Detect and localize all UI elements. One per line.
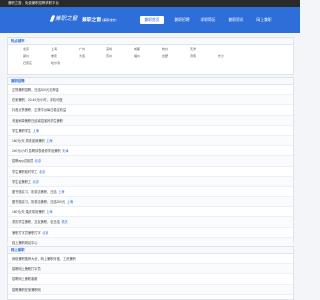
city-link[interactable]: 天津 <box>190 46 196 53</box>
list-item[interactable]: 学生证兼职工 北京 <box>8 176 293 187</box>
list-item[interactable]: 图书馆实习，奶茶店兼职，日结200元 上海 <box>8 197 293 208</box>
online-job-title: 招聘网上兼职打字员 <box>12 267 41 272</box>
nav-item-news[interactable]: 兼职资讯 <box>226 16 246 24</box>
list-item[interactable]: 学生兼职学生 上海 <box>8 126 293 136</box>
city-link[interactable]: 哈尔滨 <box>51 60 60 67</box>
job-city: 天津 <box>62 149 69 154</box>
job-city: 北京 <box>32 179 39 184</box>
job-title: 淘宝刷单兼职日结诚招宝妈学生兼职 <box>12 118 63 123</box>
job-title: 学生兼职临时学工 <box>12 169 38 174</box>
job-title: 180元/天 周末促销兼职 <box>12 138 45 143</box>
city-link[interactable]: 郑州 <box>23 53 29 60</box>
list-item[interactable]: 180元/天 婚庆现场兼职 上海 <box>8 207 293 218</box>
nav-item-home[interactable]: 兼职首页 <box>140 16 164 24</box>
city-link[interactable]: 济南 <box>190 53 196 60</box>
job-list-title: 兼职招聘 <box>8 78 293 85</box>
city-link[interactable]: 苏州 <box>106 53 112 60</box>
job-city: 重庆 <box>61 220 68 225</box>
city-row: 石家庄 哈尔滨 <box>8 60 295 67</box>
city-link[interactable]: 合肥 <box>162 53 168 60</box>
job-title: 图书馆实习，奶茶店兼职，日结200元 <box>12 200 66 205</box>
job-title: 180元/天 婚庆现场兼职 <box>12 210 45 215</box>
online-jobs-title: 网上兼职 <box>8 247 293 254</box>
city-link[interactable]: 石家庄 <box>23 60 32 67</box>
hot-cities-title: 热点城市 <box>8 38 293 45</box>
site-brand[interactable]: 兼职之窗[兼职城市] <box>82 16 116 25</box>
brand-subtitle: [兼职城市] <box>102 18 117 22</box>
online-jobs-panel: 网上兼职 网络兼职推荐大全，网上兼职可做，工资兼职 招聘网上兼职打字员 招聘网上… <box>7 246 294 300</box>
job-city: 北京 <box>34 159 42 164</box>
job-title: 学生证兼职工 <box>12 179 32 184</box>
job-title: 抖音点赞兼职，正规平台每日稳定收益 <box>12 108 67 113</box>
online-job-title: 招聘兼职在家兼职网 <box>12 287 41 292</box>
list-item[interactable]: 180元/天 周末促销兼职 上海 <box>8 135 293 147</box>
city-link[interactable]: 上海 <box>51 46 57 53</box>
job-city: 上海 <box>58 189 65 194</box>
city-row: 北京 上海 广州 深圳 成都 杭州 天津 <box>8 46 295 53</box>
online-job-list: 网络兼职推荐大全，网上兼职可做，工资兼职 招聘网上兼职打字员 招聘网上兼职客服 … <box>8 254 293 295</box>
online-job-title: 网络兼职推荐大全，网上兼职可做，工资兼职 <box>12 257 76 261</box>
nav-item-jobs[interactable]: 兼职招聘 <box>172 16 192 24</box>
job-title: 线上兼职网站中心 <box>12 240 38 245</box>
top-announcement-text: 兼职之窗，免费兼职招聘求职平台 <box>8 1 59 5</box>
city-link[interactable]: 成都 <box>134 46 140 53</box>
city-row: 郑州 重庆 大连 苏州 福州 合肥 济南 长沙 <box>8 53 295 60</box>
job-city: 北京 <box>39 169 46 174</box>
job-city: 上海 <box>32 128 39 133</box>
list-item[interactable]: 招聘网上兼职打字员 <box>8 264 293 275</box>
brand-name: 兼职之窗 <box>82 18 102 23</box>
job-title: 重庆学生兼职，交友兼职，包日结 <box>12 220 60 225</box>
nav-item-resumes[interactable]: 求职简历 <box>198 16 218 24</box>
list-item[interactable]: 图书馆实习，奶茶店兼职，日结 上海 <box>8 187 293 198</box>
city-link[interactable]: 重庆 <box>51 53 57 60</box>
job-city: 北京 <box>42 230 49 235</box>
list-item[interactable]: 兼职打字员兼职打字 北京 <box>8 228 293 238</box>
city-link[interactable]: 深圳 <box>106 46 112 53</box>
online-job-title: 招聘网上兼职客服 <box>12 277 38 282</box>
job-title: 学生兼职学生 <box>12 128 32 133</box>
city-link[interactable]: 福州 <box>134 53 140 60</box>
site-logo[interactable]: 兼职之窗 <box>49 14 77 25</box>
job-list-panel: 兼职招聘 正规兼职招聘，日结300元无押金 在家兼职，20-40元/小时，手机可… <box>7 77 294 248</box>
job-title: 正规兼职招聘，日结300元无押金 <box>12 88 59 92</box>
site-header: 兼职之窗 兼职之窗[兼职城市] 兼职首页 兼职招聘 求职简历 兼职资讯 网上兼职 <box>0 7 300 33</box>
list-item[interactable]: 在家兼职，20-40元/小时，手机可做 <box>8 95 293 106</box>
logo-text: 兼职之窗 <box>55 16 78 22</box>
job-list: 正规兼职招聘，日结300元无押金 在家兼职，20-40元/小时，手机可做 抖音点… <box>8 85 293 248</box>
city-link[interactable]: 长沙 <box>218 53 224 60</box>
nav-item-online[interactable]: 网上兼职 <box>254 16 274 24</box>
city-link[interactable]: 大连 <box>79 53 85 60</box>
list-item[interactable]: 正规兼职招聘，日结300元无押金 <box>8 85 293 96</box>
list-item[interactable]: 招聘网上兼职客服 <box>8 274 293 285</box>
list-item[interactable]: 招聘app试用员 北京 <box>8 156 293 167</box>
city-link[interactable]: 杭州 <box>162 46 168 53</box>
job-city: 上海 <box>46 138 53 143</box>
list-item[interactable]: 240元/小时 急聘钟表维修学徒兼职 天津 <box>8 146 293 157</box>
job-city: 上海 <box>46 210 53 215</box>
list-item[interactable]: 重庆学生兼职，交友兼职，包日结 重庆 <box>8 217 293 228</box>
job-title: 招聘app试用员 <box>12 159 34 164</box>
top-announcement-bar: 兼职之窗，免费兼职招聘求职平台 <box>0 0 300 7</box>
list-item[interactable]: 淘宝刷单兼职日结诚招宝妈学生兼职 <box>8 115 293 126</box>
job-title: 图书馆实习，奶茶店兼职，日结 <box>12 189 57 194</box>
list-item[interactable]: 学生兼职临时学工 北京 <box>8 167 293 177</box>
job-title: 在家兼职，20-40元/小时，手机可做 <box>12 98 63 103</box>
hot-cities-panel: 热点城市 北京 上海 广州 深圳 成都 杭州 天津 郑州 重庆 大连 苏州 福州… <box>7 37 294 75</box>
job-title: 兼职打字员兼职打字 <box>12 230 41 235</box>
list-item[interactable]: 招聘兼职在家兼职网 <box>8 284 293 295</box>
list-item[interactable]: 抖音点赞兼职，正规平台每日稳定收益 <box>8 105 293 116</box>
city-link[interactable]: 北京 <box>23 46 29 53</box>
job-title: 240元/小时 急聘钟表维修学徒兼职 <box>12 149 61 154</box>
list-item[interactable]: 网络兼职推荐大全，网上兼职可做，工资兼职 <box>8 254 293 265</box>
city-link[interactable]: 广州 <box>79 46 85 53</box>
job-city: 上海 <box>66 200 74 205</box>
